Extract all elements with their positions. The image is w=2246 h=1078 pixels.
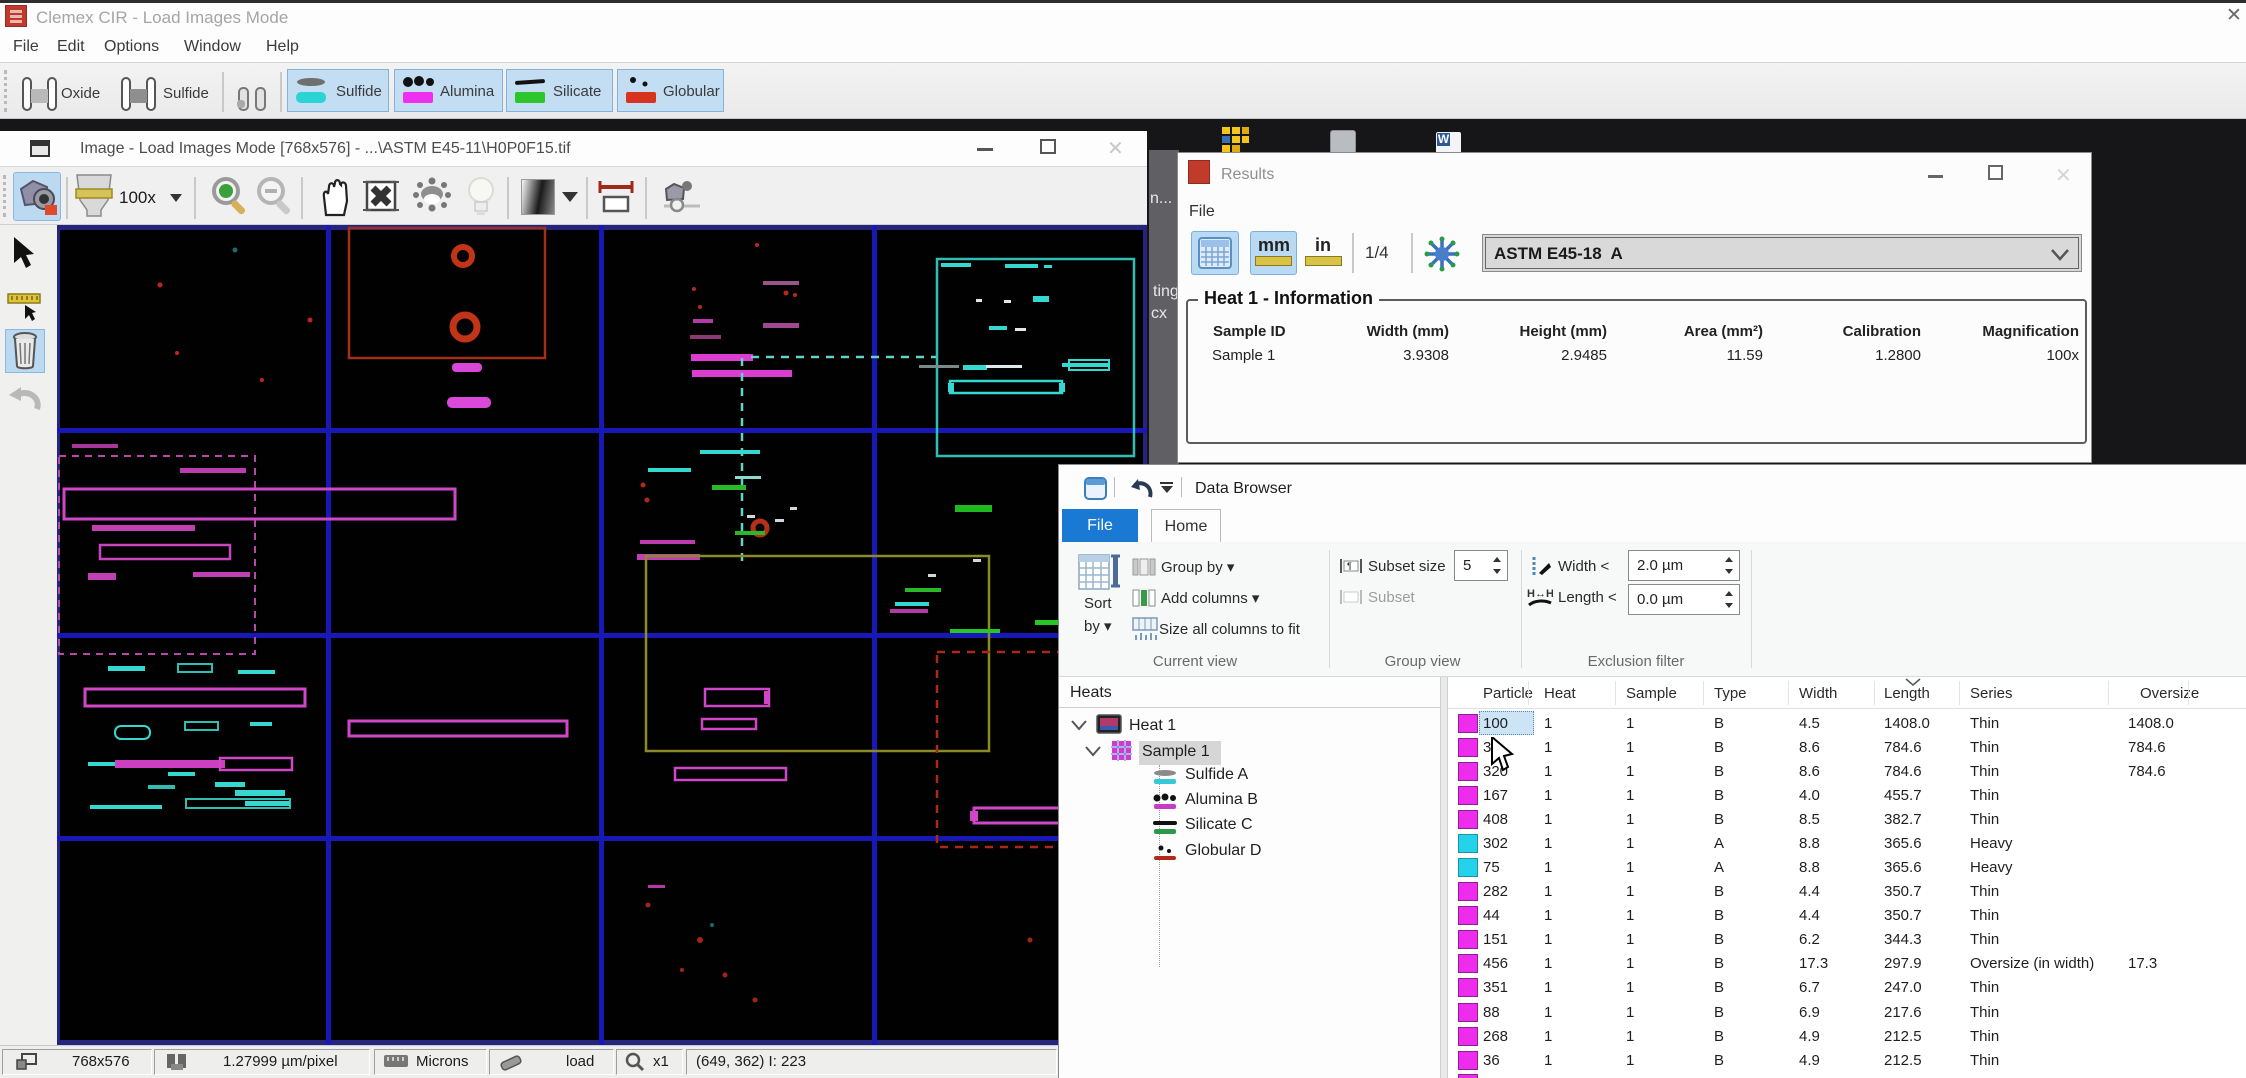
svg-text:¶: ¶ <box>1347 561 1352 571</box>
svg-text:H↔H: H↔H <box>1527 588 1553 600</box>
